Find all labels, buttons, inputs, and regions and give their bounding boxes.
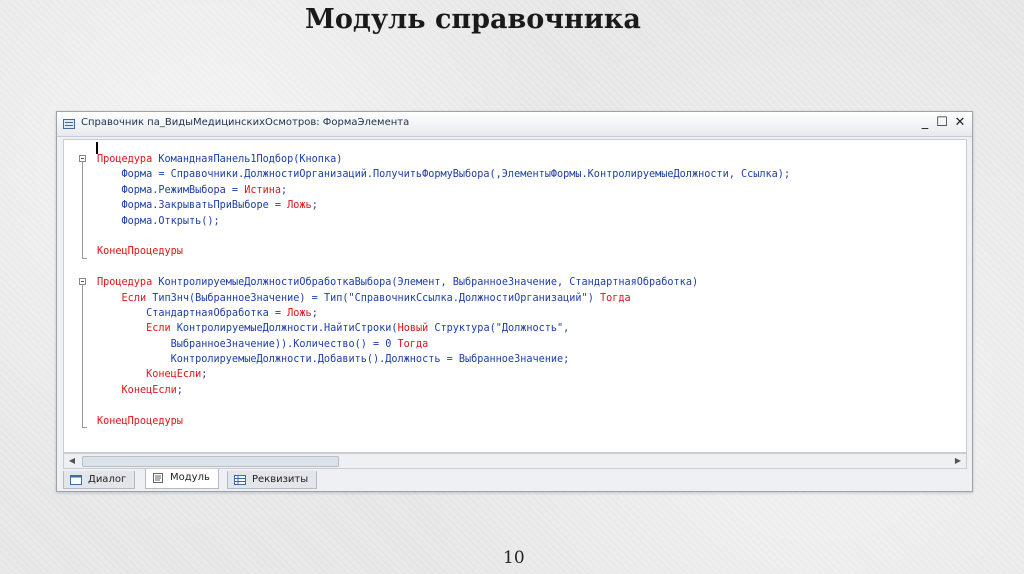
tab-attributes-label: Реквизиты — [252, 474, 309, 485]
code-keyword: КонецЕсли — [146, 369, 202, 381]
dialog-form-icon — [70, 475, 82, 485]
slide-title: Модуль справочника — [305, 4, 641, 35]
code-text[interactable]: Процедура КоманднаяПанель1Подбор(Кнопка)… — [97, 152, 790, 429]
code-identifier: ; — [176, 384, 183, 396]
code-keyword: Тогда — [397, 338, 429, 350]
code-line[interactable] — [97, 260, 790, 275]
form-editor-window: Справочник па_ВидыМедицинскихОсмотров: Ф… — [56, 111, 973, 492]
gutter-marker — [63, 190, 64, 194]
code-identifier — [97, 369, 146, 380]
scroll-left-arrow-icon[interactable]: ◀ — [64, 454, 80, 468]
code-line[interactable]: Форма.Открыть(); — [97, 214, 790, 229]
code-line[interactable]: Форма.РежимВыбора = Истина; — [97, 183, 790, 198]
fold-collapse-icon[interactable] — [79, 155, 86, 162]
code-identifier: ; — [281, 184, 288, 196]
code-line[interactable]: КонецПроцедуры — [97, 414, 790, 429]
code-identifier — [97, 385, 122, 396]
fold-line — [82, 162, 83, 258]
code-keyword: Истина — [244, 184, 282, 196]
code-keyword: КонецПроцедуры — [97, 246, 183, 258]
code-identifier: Структура("Должность", — [434, 323, 570, 335]
editor-gutter — [64, 140, 90, 452]
tab-module-label: Модуль — [170, 472, 210, 483]
code-identifier — [97, 323, 146, 334]
window-titlebar[interactable]: Справочник па_ВидыМедицинскихОсмотров: Ф… — [57, 112, 972, 137]
code-line[interactable]: Если ТипЗнч(ВыбранноеЗначение) = Тип("Сп… — [97, 291, 790, 306]
code-line[interactable] — [97, 398, 790, 413]
code-line[interactable]: КонтролируемыеДолжности.Добавить().Должн… — [97, 352, 790, 367]
fold-end — [82, 258, 87, 259]
code-identifier: ; — [201, 369, 208, 381]
fold-end — [82, 427, 87, 428]
code-identifier: Форма.РежимВыбора = — [97, 184, 245, 196]
fold-line — [82, 285, 83, 427]
maximize-button[interactable]: ☐ — [934, 115, 950, 131]
code-keyword: Процедура — [97, 154, 159, 165]
code-keyword: Новый — [397, 323, 435, 335]
code-editor[interactable]: Процедура КоманднаяПанель1Подбор(Кнопка)… — [63, 139, 967, 453]
code-identifier: СтандартнаяОбработка = — [97, 307, 288, 319]
window-title: Справочник па_ВидыМедицинскихОсмотров: Ф… — [81, 117, 410, 128]
code-identifier — [97, 293, 122, 304]
code-line[interactable]: КонецПроцедуры — [97, 244, 790, 259]
code-keyword: Процедура — [97, 277, 159, 289]
code-identifier: Форма.ЗакрыватьПриВыборе = — [97, 200, 288, 212]
code-identifier: ТипЗнч(ВыбранноеЗначение) = Тип("Справоч… — [152, 292, 600, 304]
code-keyword: Ложь — [287, 200, 312, 212]
code-keyword: Ложь — [287, 307, 312, 319]
code-line[interactable] — [97, 229, 790, 244]
code-identifier: ; — [311, 307, 318, 319]
code-identifier: КонтролируемыеДолжности.НайтиСтроки( — [176, 323, 398, 335]
code-identifier: КонтролируемыеДолжностиОбработкаВыбора(Э… — [158, 277, 699, 289]
code-line[interactable]: КонецЕсли; — [97, 367, 790, 382]
page-number: 10 — [503, 548, 525, 568]
code-keyword: КонецЕсли — [121, 384, 177, 396]
code-keyword: Если — [146, 323, 177, 335]
editor-tabbar: Диалог Модуль Реквизиты — [57, 469, 972, 493]
code-keyword: Тогда — [599, 292, 631, 304]
tab-dialog[interactable]: Диалог — [63, 471, 136, 489]
code-keyword: КонецПроцедуры — [97, 415, 183, 427]
code-line[interactable]: Процедура КоманднаяПанель1Подбор(Кнопка) — [97, 152, 790, 167]
code-line[interactable]: Форма = Справочники.ДолжностиОрганизаций… — [97, 167, 791, 182]
code-identifier: Форма.Открыть(); — [97, 215, 220, 227]
fold-collapse-icon[interactable] — [79, 278, 86, 285]
code-identifier: ; — [311, 200, 318, 212]
code-identifier: ВыбранноеЗначение)).Количество() = 0 — [97, 338, 398, 350]
tab-attributes[interactable]: Реквизиты — [227, 471, 318, 489]
code-identifier: КоманднаяПанель1Подбор(Кнопка) — [158, 154, 343, 165]
scroll-right-arrow-icon[interactable]: ▶ — [950, 454, 966, 468]
code-line[interactable]: СтандартнаяОбработка = Ложь; — [97, 306, 790, 321]
horizontal-scrollbar[interactable]: ◀ ▶ — [63, 453, 967, 469]
close-button[interactable]: ✕ — [952, 115, 968, 131]
gutter-marker — [63, 159, 64, 163]
tab-dialog-label: Диалог — [88, 474, 127, 485]
code-line[interactable]: Форма.ЗакрыватьПриВыборе = Ложь; — [97, 198, 790, 213]
code-identifier: Форма = Справочники.ДолжностиОрганизаций… — [97, 169, 791, 181]
code-identifier: КонтролируемыеДолжности.Добавить().Должн… — [97, 354, 570, 366]
form-window-icon — [63, 119, 75, 129]
module-document-icon — [153, 473, 163, 483]
attributes-table-icon — [234, 475, 246, 485]
code-line[interactable]: ВыбранноеЗначение)).Количество() = 0 Тог… — [97, 337, 790, 352]
code-line[interactable]: КонецЕсли; — [97, 383, 790, 398]
code-line[interactable]: Процедура КонтролируемыеДолжностиОбработ… — [97, 275, 790, 290]
minimize-button[interactable]: _ — [917, 115, 933, 131]
code-keyword: Если — [121, 292, 153, 304]
code-line[interactable]: Если КонтролируемыеДолжности.НайтиСтроки… — [97, 321, 790, 336]
tab-module[interactable]: Модуль — [145, 469, 219, 489]
scroll-thumb[interactable] — [82, 456, 339, 467]
